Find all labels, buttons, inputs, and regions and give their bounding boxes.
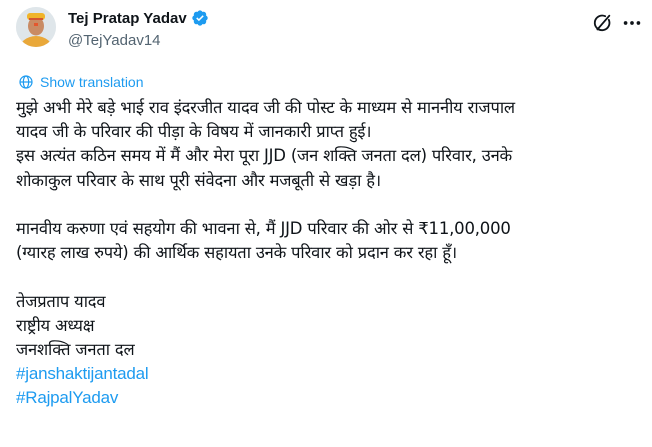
post-text-line: यादव जी के परिवार की पीड़ा के विषय में ज… xyxy=(16,122,372,142)
verified-badge-icon xyxy=(191,9,209,27)
signature-party: जनशक्ति जनता दल xyxy=(16,339,135,359)
author-handle[interactable]: @TejYadav14 xyxy=(68,32,161,49)
post-text-line: मानवीय करुणा एवं सहयोग की भावना से, मैं … xyxy=(16,218,511,238)
post-text-line: मुझे अभी मेरे बड़े भाई राव इंदरजीत यादव … xyxy=(16,98,515,117)
post-text-line: (ग्यारह लाख रुपये) की आर्थिक सहायता उनके… xyxy=(16,243,457,263)
show-translation-link[interactable]: Show translation xyxy=(18,74,144,90)
post-text-line: इस अत्यंत कठिन समय में मैं और मेरा पूरा … xyxy=(16,146,513,166)
post-card: Tej Pratap Yadav @TejYadav14 Show transl… xyxy=(0,0,652,447)
grok-icon[interactable] xyxy=(591,12,613,34)
hashtag-link[interactable]: #RajpalYadav xyxy=(16,386,636,410)
signature-title: राष्ट्रीय अध्यक्ष xyxy=(16,315,95,335)
hashtag-link[interactable]: #janshaktijantadal xyxy=(16,362,636,386)
author-avatar[interactable] xyxy=(16,7,56,47)
more-options-icon[interactable] xyxy=(621,12,643,34)
author-display-name[interactable]: Tej Pratap Yadav xyxy=(68,10,187,27)
post-text-line: शोकाकुल परिवार के साथ पूरी संवेदना और मज… xyxy=(16,170,381,190)
globe-icon xyxy=(19,75,33,89)
author-name-line: Tej Pratap Yadav xyxy=(68,9,209,27)
signature-name: तेजप्रताप यादव xyxy=(16,291,106,311)
post-text: मुझे अभी मेरे बड़े भाई राव इंदरजीत यादव … xyxy=(16,96,636,410)
show-translation-label: Show translation xyxy=(40,74,144,90)
profile-photo xyxy=(16,7,56,47)
